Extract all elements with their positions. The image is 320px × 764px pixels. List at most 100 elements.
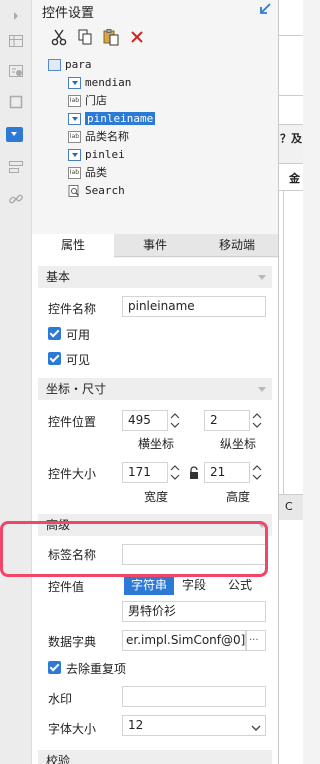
widget-value-label: 控件值 — [48, 580, 85, 594]
tree-item-label-pinleiname[interactable]: lab 品类名称 — [68, 128, 129, 146]
y-stepper-icon[interactable] — [250, 410, 264, 431]
label-widget-icon: lab — [68, 131, 81, 143]
section-advanced[interactable]: 高级 — [38, 514, 272, 536]
section-position-size[interactable]: 坐标・尺寸 — [38, 378, 272, 400]
settings-tabs: 属性 事件 移动端 — [32, 234, 278, 258]
section-title: 校验 — [46, 754, 71, 764]
grid-line — [283, 190, 284, 510]
tree-root-label: para — [65, 58, 92, 71]
watermark-label: 水印 — [48, 692, 73, 706]
height-input[interactable]: 21 — [204, 462, 250, 483]
tree-item-label: Search — [85, 184, 125, 197]
tree-item-label: 门店 — [85, 94, 107, 107]
left-rail — [0, 0, 32, 764]
tag-name-label: 标签名称 — [48, 548, 97, 562]
size-label: 控件大小 — [48, 467, 97, 481]
enabled-label: 可用 — [66, 328, 91, 342]
tree-item-mendian[interactable]: mendian — [68, 74, 131, 92]
height-stepper-icon[interactable] — [250, 462, 264, 483]
font-size-label: 字体大小 — [48, 722, 97, 736]
table-layout-icon[interactable] — [8, 33, 24, 49]
data-dictionary-more-button[interactable]: ··· — [246, 630, 266, 651]
chevron-down-icon — [258, 275, 266, 280]
scissors-icon[interactable] — [50, 28, 68, 46]
tab-mobile[interactable]: 移动端 — [196, 234, 278, 257]
properties-pane: 基本 控件名称 pinleiname 可用 可见 坐标・尺寸 控件位置 495 … — [32, 258, 278, 764]
tree-item-label: 品类名称 — [85, 130, 129, 143]
font-size-value: 12 — [128, 718, 144, 732]
frame-icon[interactable] — [8, 94, 24, 110]
dropdown-widget-icon — [68, 113, 81, 125]
width-input[interactable]: 171 — [122, 462, 168, 483]
tree-item-label: pinleiname — [85, 112, 156, 125]
link-icon[interactable] — [8, 191, 24, 207]
dedupe-checkbox[interactable] — [48, 661, 61, 674]
tree-root[interactable]: para — [48, 56, 92, 74]
dropdown-widget-icon — [68, 149, 81, 161]
label-widget-icon: lab — [68, 167, 81, 179]
design-canvas[interactable]: ？及 金 C — [278, 0, 303, 764]
tree-item-pinleiname[interactable]: pinleiname — [68, 110, 156, 128]
widget-name-input[interactable]: pinleiname — [122, 296, 266, 317]
panel-title: 控件设置 — [42, 6, 95, 21]
tab-properties[interactable]: 属性 — [32, 234, 114, 258]
widget-select-icon[interactable] — [6, 127, 23, 142]
widget-name-label: 控件名称 — [48, 302, 97, 316]
y-caption: 纵坐标 — [219, 437, 256, 451]
visible-label: 可见 — [66, 353, 91, 367]
dedupe-label: 去除重复项 — [66, 662, 127, 676]
tab-events[interactable]: 事件 — [114, 234, 196, 257]
widget-settings-panel: 控件设置 para mendian lab 门店 pinleiname lab 品类… — [32, 0, 278, 764]
grid-line — [279, 95, 303, 96]
delete-icon[interactable] — [128, 28, 146, 46]
label-widget-icon: lab — [68, 95, 81, 107]
tree-item-label: pinlei — [85, 148, 125, 161]
paste-icon[interactable] — [102, 28, 120, 46]
x-coordinate-input[interactable]: 495 — [122, 410, 168, 431]
x-stepper-icon[interactable] — [168, 410, 182, 431]
width-caption: 宽度 — [143, 490, 168, 504]
y-coordinate-input[interactable]: 2 — [204, 410, 250, 431]
canvas-text: C — [285, 500, 293, 513]
lock-icon[interactable] — [188, 466, 200, 480]
height-caption: 高度 — [225, 490, 250, 504]
expand-arrow-icon[interactable] — [8, 8, 24, 24]
data-dictionary-label: 数据字典 — [48, 635, 97, 649]
chevron-down-icon — [258, 523, 266, 528]
tree-item-label: mendian — [85, 76, 132, 89]
copy-icon[interactable] — [76, 28, 94, 46]
width-stepper-icon[interactable] — [168, 462, 182, 483]
font-size-select[interactable]: 12 — [122, 715, 266, 736]
form-root-icon — [48, 59, 61, 71]
value-mode-string[interactable]: 字符串 — [124, 576, 174, 595]
collapse-arrow-icon[interactable] — [258, 2, 272, 16]
section-title: 基本 — [46, 270, 71, 284]
tag-name-input[interactable] — [122, 544, 266, 565]
chevron-down-icon — [251, 720, 261, 731]
value-mode-field[interactable]: 字段 — [174, 576, 214, 595]
list-layout-icon[interactable] — [8, 159, 24, 175]
watermark-input[interactable] — [122, 686, 266, 707]
x-caption: 横坐标 — [137, 437, 174, 451]
grid-line — [279, 35, 303, 36]
tree-item-label: 品类 — [85, 166, 107, 179]
search-icon — [68, 185, 81, 197]
tree-item-search[interactable]: Search — [68, 182, 125, 200]
section-basic[interactable]: 基本 — [38, 266, 272, 288]
position-label: 控件位置 — [48, 415, 97, 429]
value-mode-formula[interactable]: 公式 — [216, 576, 264, 595]
tree-item-label-pinlei[interactable]: lab 品类 — [68, 164, 107, 182]
canvas-text: 金 — [289, 172, 300, 185]
visible-checkbox[interactable] — [48, 352, 61, 365]
enabled-checkbox[interactable] — [48, 327, 61, 340]
widget-value-input[interactable]: 男特价衫 — [122, 601, 266, 622]
chevron-down-icon — [258, 387, 266, 392]
dropdown-widget-icon — [68, 77, 81, 89]
section-validation[interactable]: 校验 — [38, 750, 272, 764]
tree-item-label-mendian[interactable]: lab 门店 — [68, 92, 107, 110]
tree-item-pinlei[interactable]: pinlei — [68, 146, 125, 164]
data-dictionary-input[interactable]: er.impl.SimConf@0]] — [122, 630, 246, 651]
form-info-icon[interactable] — [8, 63, 24, 79]
canvas-text: ？及 — [280, 132, 302, 145]
section-title: 坐标・尺寸 — [46, 382, 107, 396]
